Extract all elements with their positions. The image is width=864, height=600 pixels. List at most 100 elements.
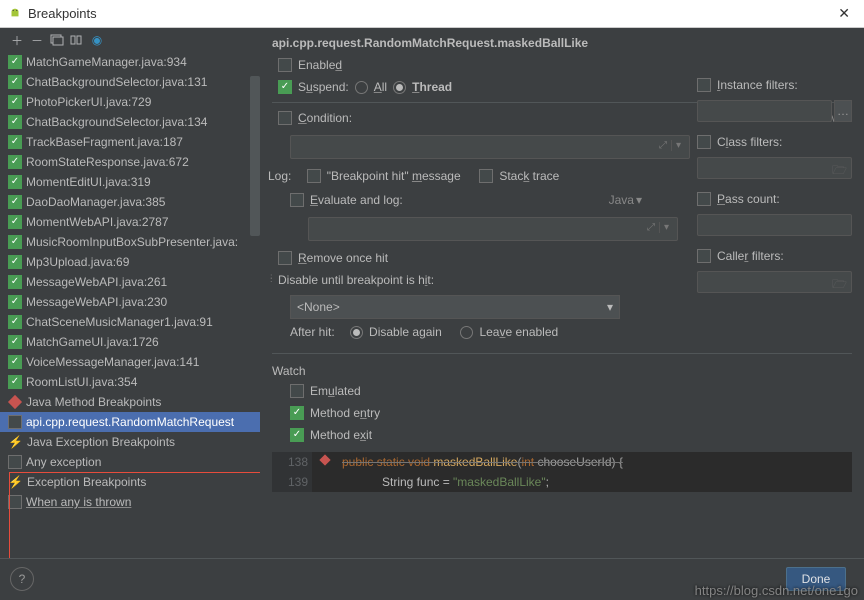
folder-icon[interactable]: 🗁: [832, 161, 847, 182]
checkbox[interactable]: [8, 175, 22, 189]
checkbox[interactable]: [8, 235, 22, 249]
tree-item[interactable]: Any exception: [0, 452, 260, 472]
help-button[interactable]: ?: [10, 567, 34, 591]
eval-input[interactable]: ⤢▾: [308, 217, 678, 241]
checkbox[interactable]: [8, 155, 22, 169]
breadcrumb: api.cpp.request.RandomMatchRequest.maske…: [272, 36, 852, 50]
disable-until-combo[interactable]: <None>▾: [290, 295, 620, 319]
tree-item[interactable]: MatchGameManager.java:934: [0, 52, 260, 72]
suspend-checkbox[interactable]: [278, 80, 292, 94]
checkbox[interactable]: [8, 295, 22, 309]
code-preview: 138139 public static void maskedBallLike…: [272, 452, 852, 492]
eval-checkbox[interactable]: [290, 193, 304, 207]
pass-checkbox[interactable]: [697, 192, 711, 206]
condition-input[interactable]: ⤢▾: [290, 135, 690, 159]
checkbox[interactable]: [8, 115, 22, 129]
tree-item[interactable]: RoomStateResponse.java:672: [0, 152, 260, 172]
tree-category[interactable]: Java Method Breakpoints: [0, 392, 260, 412]
class-checkbox[interactable]: [697, 135, 711, 149]
caller-input[interactable]: 🗁: [697, 271, 852, 293]
checkbox[interactable]: [8, 255, 22, 269]
watermark: https://blog.csdn.net/one1go: [695, 583, 858, 598]
expand-icon[interactable]: ⤢: [659, 140, 667, 151]
expand-icon[interactable]: ⤢: [647, 222, 655, 233]
suspend-thread-radio[interactable]: [393, 81, 406, 94]
tree-item[interactable]: MomentWebAPI.java:2787: [0, 212, 260, 232]
tree-category[interactable]: ⚡Exception Breakpoints: [0, 472, 260, 492]
folder-icon[interactable]: 🗁: [832, 275, 847, 296]
tree-item[interactable]: ChatBackgroundSelector.java:131: [0, 72, 260, 92]
disable-again-radio[interactable]: [350, 326, 363, 339]
remove-icon[interactable]: －: [28, 31, 46, 49]
checkbox[interactable]: [8, 455, 22, 469]
tree-category[interactable]: ⚡Java Exception Breakpoints: [0, 432, 260, 452]
tree-item[interactable]: ChatBackgroundSelector.java:134: [0, 112, 260, 132]
tree-item[interactable]: MessageWebAPI.java:261: [0, 272, 260, 292]
group-by-class-icon[interactable]: [68, 31, 86, 49]
watch-label: Watch: [272, 364, 852, 378]
method-exit-checkbox[interactable]: [290, 428, 304, 442]
checkbox[interactable]: [8, 315, 22, 329]
tree-item-selected[interactable]: api.cpp.request.RandomMatchRequest: [0, 412, 260, 432]
tree-item[interactable]: Mp3Upload.java:69: [0, 252, 260, 272]
tree-item[interactable]: MessageWebAPI.java:230: [0, 292, 260, 312]
checkbox[interactable]: [8, 375, 22, 389]
ellipsis-button[interactable]: …: [834, 100, 852, 122]
checkbox[interactable]: [8, 355, 22, 369]
log-label: Log:: [268, 169, 291, 183]
instance-checkbox[interactable]: [697, 78, 711, 92]
tree-toolbar: ＋ － ◉: [0, 28, 260, 52]
condition-checkbox[interactable]: [278, 111, 292, 125]
checkbox[interactable]: [8, 335, 22, 349]
dropdown-icon[interactable]: ▾: [671, 140, 685, 151]
suspend-all-radio[interactable]: [355, 81, 368, 94]
enabled-label: Enabled: [298, 58, 342, 72]
pass-input[interactable]: [697, 214, 852, 236]
method-entry-checkbox[interactable]: [290, 406, 304, 420]
breakpoints-tree-panel: ＋ － ◉ MatchGameManager.java:934 ChatBack…: [0, 28, 260, 558]
checkbox[interactable]: [8, 135, 22, 149]
add-icon[interactable]: ＋: [8, 31, 26, 49]
close-icon[interactable]: ✕: [832, 3, 856, 24]
tree-item[interactable]: MatchGameUI.java:1726: [0, 332, 260, 352]
checkbox[interactable]: [8, 95, 22, 109]
instance-input[interactable]: [697, 100, 832, 122]
tree-item[interactable]: When any is thrown: [0, 492, 260, 512]
checkbox[interactable]: [8, 415, 22, 429]
scrollbar[interactable]: [250, 76, 260, 236]
suspend-label: Suspend:: [298, 80, 349, 94]
log-hit-checkbox[interactable]: [307, 169, 321, 183]
dropdown-icon[interactable]: ▾: [659, 222, 673, 233]
checkbox[interactable]: [8, 215, 22, 229]
breakpoint-details-panel: api.cpp.request.RandomMatchRequest.maske…: [260, 28, 864, 558]
lang-dropdown[interactable]: Java▾: [592, 191, 642, 209]
tree-item[interactable]: TrackBaseFragment.java:187: [0, 132, 260, 152]
remove-checkbox[interactable]: [278, 251, 292, 265]
breakpoint-tree[interactable]: MatchGameManager.java:934 ChatBackground…: [0, 52, 260, 558]
emulated-checkbox[interactable]: [290, 384, 304, 398]
stack-checkbox[interactable]: [479, 169, 493, 183]
tree-item[interactable]: MusicRoomInputBoxSubPresenter.java:: [0, 232, 260, 252]
class-input[interactable]: 🗁: [697, 157, 852, 179]
checkbox[interactable]: [8, 195, 22, 209]
android-icon: [8, 7, 22, 21]
title-bar: Breakpoints ✕: [0, 0, 864, 28]
bolt-icon: ⚡: [8, 475, 23, 489]
tree-item[interactable]: DaoDaoManager.java:385: [0, 192, 260, 212]
window-title: Breakpoints: [28, 6, 97, 21]
enabled-checkbox[interactable]: [278, 58, 292, 72]
leave-enabled-radio[interactable]: [460, 326, 473, 339]
tree-item[interactable]: PhotoPickerUI.java:729: [0, 92, 260, 112]
tree-item[interactable]: RoomListUI.java:354: [0, 372, 260, 392]
tree-item[interactable]: ChatSceneMusicManager1.java:91: [0, 312, 260, 332]
checkbox[interactable]: [8, 495, 22, 509]
group-by-file-icon[interactable]: [48, 31, 66, 49]
view-icon[interactable]: ◉: [88, 31, 106, 49]
caller-checkbox[interactable]: [697, 249, 711, 263]
checkbox[interactable]: [8, 275, 22, 289]
checkbox[interactable]: [8, 75, 22, 89]
checkbox[interactable]: [8, 55, 22, 69]
tree-item[interactable]: MomentEditUI.java:319: [0, 172, 260, 192]
chevron-down-icon: ▾: [607, 300, 613, 314]
tree-item[interactable]: VoiceMessageManager.java:141: [0, 352, 260, 372]
